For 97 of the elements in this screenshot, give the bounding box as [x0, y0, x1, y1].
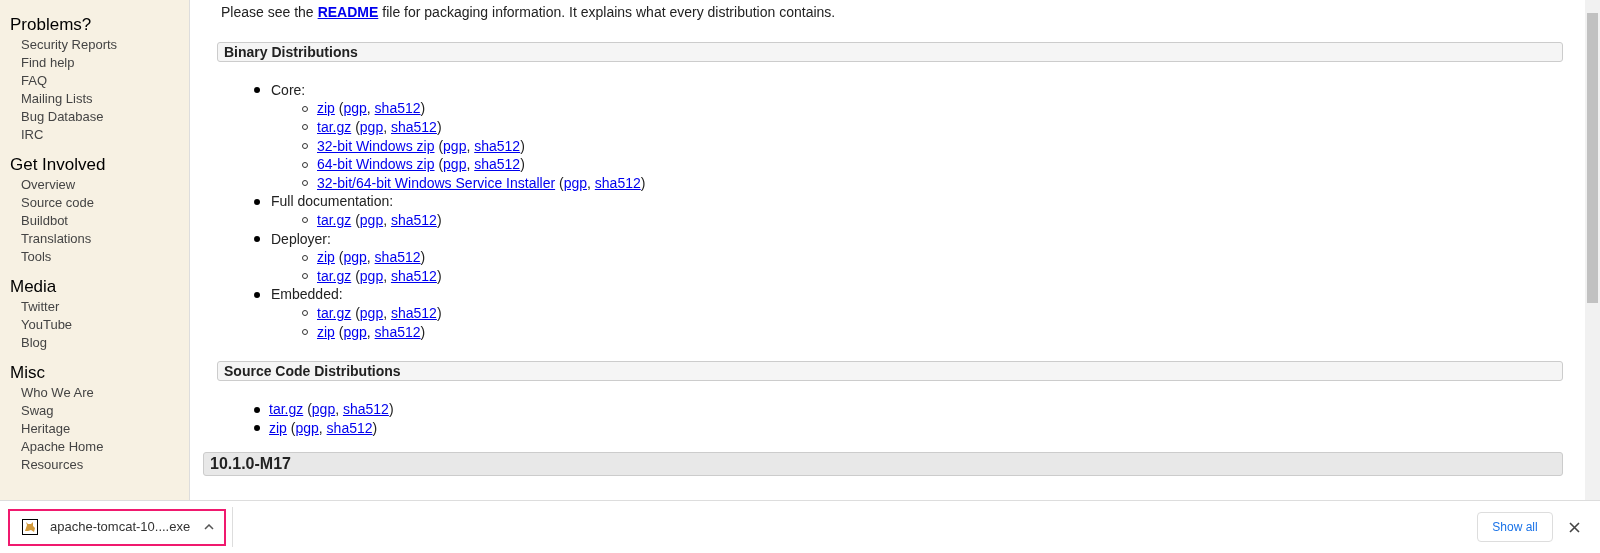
section-header: 10.1.0-M17	[203, 451, 1563, 476]
punctuation-text: )	[436, 118, 442, 137]
sidebar-link[interactable]: Buildbot	[10, 212, 68, 230]
bullet-icon	[254, 87, 260, 94]
download-link[interactable]: tar.gz	[317, 117, 352, 138]
punctuation-text: )	[436, 210, 442, 230]
readme-link[interactable]: README	[317, 2, 379, 22]
download-link[interactable]: zip	[317, 321, 335, 343]
punctuation-text: (	[337, 248, 344, 268]
punctuation-text: (	[337, 322, 344, 342]
punctuation-text: ,	[466, 136, 472, 156]
close-icon[interactable]	[1569, 521, 1580, 533]
intro-text: Please see the	[221, 3, 314, 22]
punctuation-text: )	[436, 266, 442, 286]
sidebar-link[interactable]: Overview	[10, 176, 76, 194]
sidebar-link[interactable]: Bug Database	[10, 108, 104, 126]
show-all-button[interactable]: Show all	[1477, 512, 1553, 542]
punctuation-text: ,	[366, 99, 372, 119]
download-link[interactable]: sha512	[474, 135, 521, 157]
download-link[interactable]: sha512	[390, 117, 437, 138]
sidebar-link[interactable]: YouTube	[10, 316, 73, 334]
section-header: Binary Distributions	[217, 42, 1563, 62]
download-link[interactable]: sha512	[374, 98, 421, 120]
sidebar-link[interactable]: Security Reports	[10, 36, 118, 54]
punctuation-text: (	[289, 418, 296, 438]
sidebar-link[interactable]: Find help	[10, 54, 75, 72]
punctuation-text: ,	[366, 322, 372, 342]
punctuation-text: ,	[318, 418, 324, 438]
intro-text: file for packaging information. It explains what every distribution contains.	[382, 3, 836, 22]
punctuation-text: )	[372, 418, 378, 438]
sidebar-link[interactable]: Heritage	[10, 420, 71, 438]
sidebar-link[interactable]: Tools	[10, 248, 52, 266]
punctuation-text: )	[520, 155, 525, 175]
sidebar-heading: Misc	[10, 362, 46, 384]
punctuation-text: (	[437, 155, 444, 175]
punctuation-text: ,	[466, 155, 472, 175]
punctuation-text: ,	[383, 303, 389, 323]
sidebar-heading: Get Involved	[10, 154, 107, 176]
punctuation-text: (	[354, 266, 360, 286]
download-link[interactable]: pgp	[343, 321, 367, 343]
sidebar-link[interactable]: Translations	[10, 230, 92, 248]
download-link[interactable]: tar.gz	[317, 302, 352, 324]
punctuation-text: (	[306, 400, 312, 420]
punctuation-text: )	[640, 173, 646, 193]
download-link[interactable]: 32-bit Windows zip	[317, 135, 435, 157]
download-link[interactable]: sha512	[374, 321, 421, 343]
bullet-icon	[254, 236, 260, 243]
group-label: Full documentation:	[271, 192, 394, 212]
punctuation-text: (	[354, 210, 360, 230]
download-link[interactable]: sha512	[390, 302, 437, 324]
group-label: Deployer:	[271, 229, 331, 249]
punctuation-text: (	[437, 136, 444, 156]
bullet-icon	[254, 291, 260, 298]
sidebar-link[interactable]: FAQ	[10, 72, 47, 90]
punctuation-text: (	[354, 303, 360, 323]
punctuation-text: (	[354, 118, 360, 137]
punctuation-text: )	[420, 248, 426, 268]
sidebar-link[interactable]: Blog	[10, 334, 48, 352]
caret-icon[interactable]	[204, 524, 214, 530]
punctuation-text: ,	[335, 400, 341, 420]
punctuation-text: )	[420, 99, 426, 119]
sidebar-heading: Problems?	[10, 14, 93, 36]
download-link[interactable]: zip	[317, 98, 335, 120]
scrollbar-thumb[interactable]	[1587, 13, 1598, 303]
punctuation-text: ,	[587, 173, 592, 193]
punctuation-text: ,	[383, 118, 389, 137]
download-link[interactable]: pgp	[343, 98, 367, 120]
punctuation-text: )	[520, 136, 525, 156]
sidebar-link[interactable]: Twitter	[10, 298, 60, 316]
sidebar-link[interactable]: Resources	[10, 456, 84, 474]
punctuation-text: ,	[383, 266, 389, 286]
sidebar-link[interactable]: Mailing Lists	[10, 90, 93, 108]
download-link[interactable]: sha512	[390, 209, 437, 231]
punctuation-text: ,	[383, 210, 389, 230]
download-item[interactable]: apache-tomcat-10....exe	[8, 508, 226, 546]
punctuation-text: (	[558, 173, 564, 193]
sidebar-link[interactable]: Source code	[10, 194, 94, 212]
bullet-icon	[254, 406, 260, 413]
section-header: Source Code Distributions	[217, 361, 1563, 382]
sidebar-link[interactable]: Apache Home	[10, 438, 104, 456]
download-link[interactable]: tar.gz	[317, 209, 352, 231]
sidebar-heading: Media	[10, 276, 58, 298]
punctuation-text: )	[388, 400, 394, 420]
download-link[interactable]: sha512	[594, 172, 641, 194]
group-label: Core:	[271, 80, 306, 100]
punctuation-text: ,	[366, 248, 372, 268]
punctuation-text: (	[337, 99, 344, 119]
bullet-icon	[254, 425, 260, 432]
file-name: apache-tomcat-10....exe	[50, 518, 192, 537]
sidebar-link[interactable]: IRC	[10, 126, 44, 144]
group-label: Embedded:	[271, 285, 343, 305]
sidebar-link[interactable]: Swag	[10, 402, 54, 420]
punctuation-text: )	[420, 322, 426, 342]
bullet-icon	[254, 198, 260, 205]
cat-icon	[22, 519, 38, 535]
sidebar-link[interactable]: Who We Are	[10, 384, 94, 402]
punctuation-text: )	[436, 303, 442, 323]
